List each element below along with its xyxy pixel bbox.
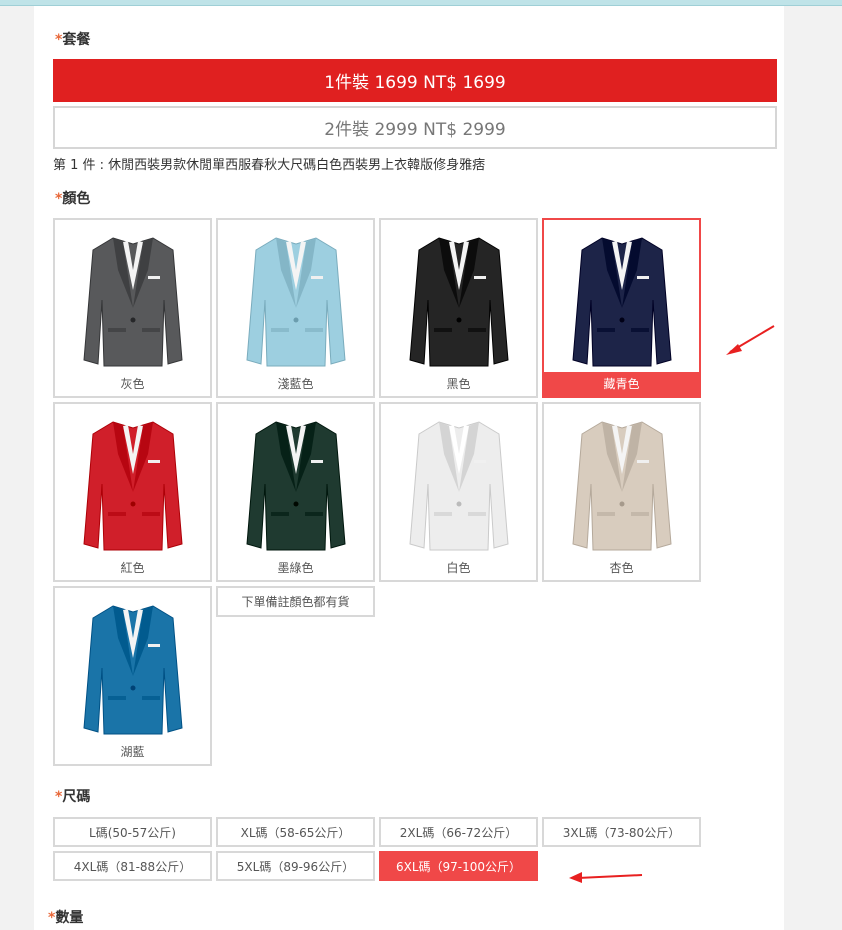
size-option-2xl[interactable]: 2XL碼（66-72公斤） xyxy=(379,817,538,847)
quantity-label: *數量 xyxy=(48,907,83,927)
color-swatch-label: 藏青色 xyxy=(544,372,699,396)
jacket-image xyxy=(571,421,672,551)
package-option-1[interactable]: 1件裝 1699 NT$ 1699 xyxy=(53,59,777,102)
color-swatch[interactable]: 黑色 xyxy=(379,218,538,398)
size-option-6xl[interactable]: 6XL碼（97-100公斤） xyxy=(379,851,538,881)
size-option-5xl[interactable]: 5XL碼（89-96公斤） xyxy=(216,851,375,881)
color-swatch-label: 湖藍 xyxy=(120,745,145,759)
color-swatch[interactable]: 藏青色 xyxy=(542,218,701,398)
color-swatch[interactable]: 灰色 xyxy=(53,218,212,398)
size-label-text: 尺碼 xyxy=(62,789,91,805)
color-swatch[interactable]: 白色 xyxy=(379,402,538,582)
color-swatch-label: 墨綠色 xyxy=(277,561,314,575)
size-option-l[interactable]: L碼(50-57公斤) xyxy=(53,817,212,847)
size-option-3xl[interactable]: 3XL碼（73-80公斤） xyxy=(542,817,701,847)
color-label-text: 顏色 xyxy=(62,191,91,207)
package-label-text: 套餐 xyxy=(62,32,91,48)
color-swatch-label: 杏色 xyxy=(609,561,634,575)
package-label: *套餐 xyxy=(55,29,90,49)
color-swatch[interactable]: 湖藍 xyxy=(53,586,212,766)
color-swatch-label: 白色 xyxy=(446,561,471,575)
annotation-arrow-size xyxy=(569,872,643,883)
package-description: 第 1 件 : 休閒西裝男款休閒單西服春秋大尺碼白色西裝男上衣韓版修身雅痞 xyxy=(53,158,486,173)
jacket-image xyxy=(245,237,346,367)
quantity-label-text: 數量 xyxy=(55,910,84,926)
annotation-arrow-color xyxy=(726,325,775,355)
jacket-image xyxy=(82,605,183,735)
color-swatch[interactable]: 墨綠色 xyxy=(216,402,375,582)
size-option-4xl[interactable]: 4XL碼（81-88公斤） xyxy=(53,851,212,881)
jacket-image xyxy=(82,237,183,367)
jacket-image xyxy=(82,421,183,551)
color-label: *顏色 xyxy=(55,188,90,208)
color-option-note[interactable]: 下單備註顏色都有貨 xyxy=(216,586,375,617)
package-option-2[interactable]: 2件裝 2999 NT$ 2999 xyxy=(53,106,777,149)
color-swatch-label: 紅色 xyxy=(120,561,145,575)
color-swatch[interactable]: 杏色 xyxy=(542,402,701,582)
jacket-image xyxy=(245,421,346,551)
color-swatch-label: 淺藍色 xyxy=(277,377,314,391)
color-swatch[interactable]: 淺藍色 xyxy=(216,218,375,398)
jacket-image xyxy=(571,237,672,367)
color-swatch-label: 黑色 xyxy=(446,377,471,391)
size-label: *尺碼 xyxy=(55,786,90,806)
color-swatch[interactable]: 紅色 xyxy=(53,402,212,582)
jacket-image xyxy=(408,237,509,367)
jacket-image xyxy=(408,421,509,551)
size-option-xl[interactable]: XL碼（58-65公斤） xyxy=(216,817,375,847)
color-swatch-label: 灰色 xyxy=(120,377,145,391)
